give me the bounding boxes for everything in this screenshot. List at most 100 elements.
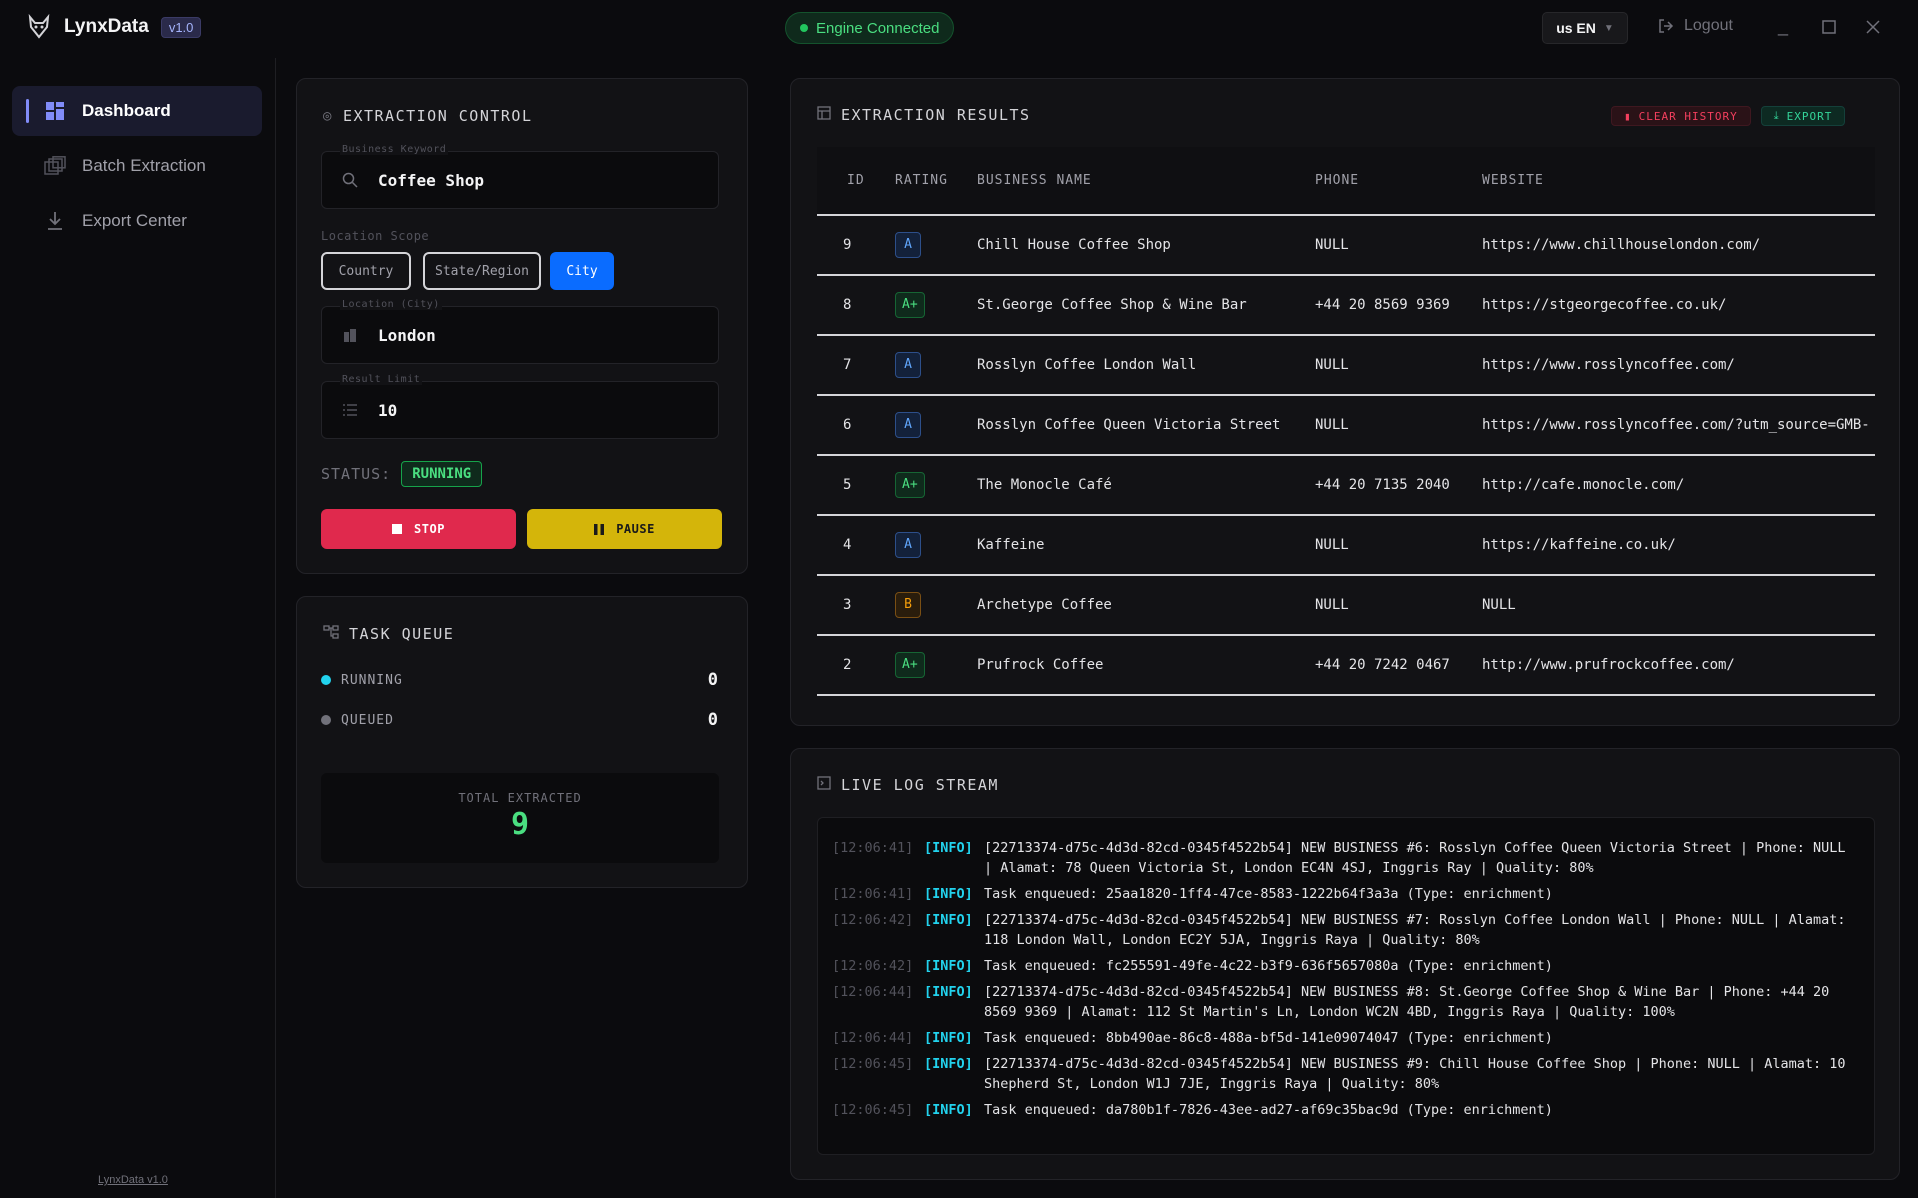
target-icon: ◎ <box>323 108 333 124</box>
table-row[interactable]: 2 A+ Prufrock Coffee +44 20 7242 0467 http:/… <box>817 635 1875 696</box>
status-row: STATUS: RUNNING <box>321 461 483 487</box>
rating-badge: A <box>895 532 921 558</box>
cell-website[interactable]: http://www.prufrockcoffee.com/ <box>1482 635 1875 696</box>
chevron-down-icon: ▼ <box>1603 22 1614 34</box>
column-header-rating[interactable]: RATING <box>895 147 977 216</box>
cell-business-name: The Monocle Café <box>977 455 1315 516</box>
terminal-icon <box>817 776 831 794</box>
cell-phone: +44 20 7135 2040 <box>1315 455 1482 516</box>
cell-website[interactable]: https://www.chillhouselondon.com/ <box>1482 215 1875 276</box>
log-level: [INFO] <box>924 1102 973 1118</box>
trash-icon: ▮ <box>1624 109 1632 123</box>
log-level: [INFO] <box>924 1030 973 1046</box>
column-header-id[interactable]: ID <box>817 147 895 216</box>
cell-phone: NULL <box>1315 215 1482 276</box>
minimize-icon[interactable]: _ <box>1778 16 1788 37</box>
grid-icon <box>44 100 66 122</box>
table-row[interactable]: 9 A Chill House Coffee Shop NULL https://www… <box>817 215 1875 276</box>
flow-icon <box>323 625 339 643</box>
log-stream[interactable]: [12:06:41] [INFO] [22713374-d75c-4d3d-82cd… <box>817 817 1875 1155</box>
sidebar-footer-link[interactable]: LynxData v1.0 <box>98 1174 168 1186</box>
column-header-phone[interactable]: PHONE <box>1315 147 1482 216</box>
log-entry: [12:06:44] [INFO] Task enqueued: 8bb490ae-… <box>832 1028 1860 1048</box>
location-input[interactable]: Location (City) London <box>321 299 719 364</box>
log-message: Task enqueued: 8bb490ae-86c8-488a-bf5d-1… <box>984 1030 1553 1046</box>
log-time: [12:06:42] <box>832 912 914 928</box>
brand: LynxData v1.0 <box>26 14 202 40</box>
scope-country-button[interactable]: Country <box>321 252 411 290</box>
scope-city-button[interactable]: City <box>550 252 614 290</box>
cell-id: 3 <box>817 575 895 636</box>
panel-title: LIVE LOG STREAM <box>817 776 999 794</box>
cell-website[interactable]: http://cafe.monocle.com/ <box>1482 455 1875 516</box>
sidebar-item-export-center[interactable]: Export Center <box>12 196 262 246</box>
rating-badge: A <box>895 352 921 378</box>
stop-button[interactable]: STOP <box>321 509 516 549</box>
cell-rating: A <box>895 515 977 576</box>
log-message: [22713374-d75c-4d3d-82cd-0345f4522b54] N… <box>984 1056 1846 1092</box>
log-level: [INFO] <box>924 1056 973 1072</box>
cell-business-name: Kaffeine <box>977 515 1315 576</box>
clear-history-button[interactable]: ▮ CLEAR HISTORY <box>1611 106 1751 126</box>
rating-badge: A+ <box>895 652 925 678</box>
cell-business-name: Chill House Coffee Shop <box>977 215 1315 276</box>
column-header-name[interactable]: BUSINESS NAME <box>977 147 1315 216</box>
maximize-icon[interactable] <box>1822 18 1836 39</box>
log-entry: [12:06:41] [INFO] [22713374-d75c-4d3d-82cd… <box>832 838 1860 878</box>
cell-rating: A+ <box>895 635 977 696</box>
sidebar-item-dashboard[interactable]: Dashboard <box>12 86 262 136</box>
pause-button[interactable]: PAUSE <box>527 509 722 549</box>
log-time: [12:06:44] <box>832 984 914 1000</box>
cell-website[interactable]: NULL <box>1482 575 1875 636</box>
table-row[interactable]: 4 A Kaffeine NULL https://kaffeine.co.uk/ <box>817 515 1875 576</box>
layers-icon <box>44 155 66 177</box>
stop-icon <box>392 524 403 534</box>
logout-button[interactable]: Logout <box>1658 17 1733 35</box>
log-time: [12:06:41] <box>832 840 914 856</box>
total-extracted-card: TOTAL EXTRACTED 9 <box>321 773 719 863</box>
download-icon: ⤓ <box>1773 109 1780 122</box>
results-table: ID RATING BUSINESS NAME PHONE WEBSITE 9A… <box>817 147 1875 696</box>
queued-dot-icon <box>321 715 331 725</box>
search-icon <box>322 172 378 188</box>
cell-phone: NULL <box>1315 335 1482 396</box>
results-table-body: 9 A Chill House Coffee Shop NULL https://www… <box>817 215 1875 696</box>
cell-website[interactable]: https://kaffeine.co.uk/ <box>1482 515 1875 576</box>
building-icon <box>322 327 378 343</box>
cell-rating: A <box>895 395 977 456</box>
language-select[interactable]: us EN ▼ <box>1542 12 1628 44</box>
sidebar-item-batch-extraction[interactable]: Batch Extraction <box>12 141 262 191</box>
log-time: [12:06:45] <box>832 1102 914 1118</box>
cell-website[interactable]: https://www.rosslyncoffee.com/ <box>1482 335 1875 396</box>
cell-phone: +44 20 7242 0467 <box>1315 635 1482 696</box>
table-row[interactable]: 7 A Rosslyn Coffee London Wall NULL https://… <box>817 335 1875 396</box>
result-limit-input[interactable]: Result Limit 10 <box>321 374 719 439</box>
location-label: Location (City) <box>340 299 442 310</box>
export-button[interactable]: ⤓ EXPORT <box>1760 106 1846 126</box>
cell-id: 5 <box>817 455 895 516</box>
cell-website[interactable]: https://www.rosslyncoffee.com/?utm_sourc… <box>1482 395 1875 456</box>
table-row[interactable]: 3 B Archetype Coffee NULL NULL <box>817 575 1875 636</box>
location-value: London <box>378 325 436 345</box>
table-row[interactable]: 6 A Rosslyn Coffee Queen Victoria Street NU… <box>817 395 1875 456</box>
queue-running-row: RUNNING 0 <box>321 670 719 690</box>
table-header-row: ID RATING BUSINESS NAME PHONE WEBSITE <box>817 147 1875 216</box>
cell-website[interactable]: https://stgeorgecoffee.co.uk/ <box>1482 275 1875 336</box>
keyword-input[interactable]: Business Keyword Coffee Shop <box>321 144 719 209</box>
cell-rating: A+ <box>895 275 977 336</box>
table-row[interactable]: 8 A+ St.George Coffee Shop & Wine Bar +44 2… <box>817 275 1875 336</box>
cell-phone: +44 20 8569 9369 <box>1315 275 1482 336</box>
scope-state-button[interactable]: State/Region <box>423 252 541 290</box>
queued-value: 0 <box>707 710 719 730</box>
log-time: [12:06:44] <box>832 1030 914 1046</box>
total-label: TOTAL EXTRACTED <box>458 791 582 805</box>
extraction-results-panel: EXTRACTION RESULTS ▮ CLEAR HISTORY ⤓ EXP… <box>790 78 1900 726</box>
engine-status-text: Engine Connected <box>816 19 940 37</box>
table-row[interactable]: 5 A+ The Monocle Café +44 20 7135 2040 http:… <box>817 455 1875 516</box>
column-header-website[interactable]: WEBSITE <box>1482 147 1875 216</box>
log-time: [12:06:42] <box>832 958 914 974</box>
close-icon[interactable] <box>1866 18 1880 39</box>
queued-label: QUEUED <box>341 712 394 728</box>
sidebar: Dashboard Batch Extraction Export Center… <box>0 58 276 1198</box>
rating-badge: A+ <box>895 292 925 318</box>
